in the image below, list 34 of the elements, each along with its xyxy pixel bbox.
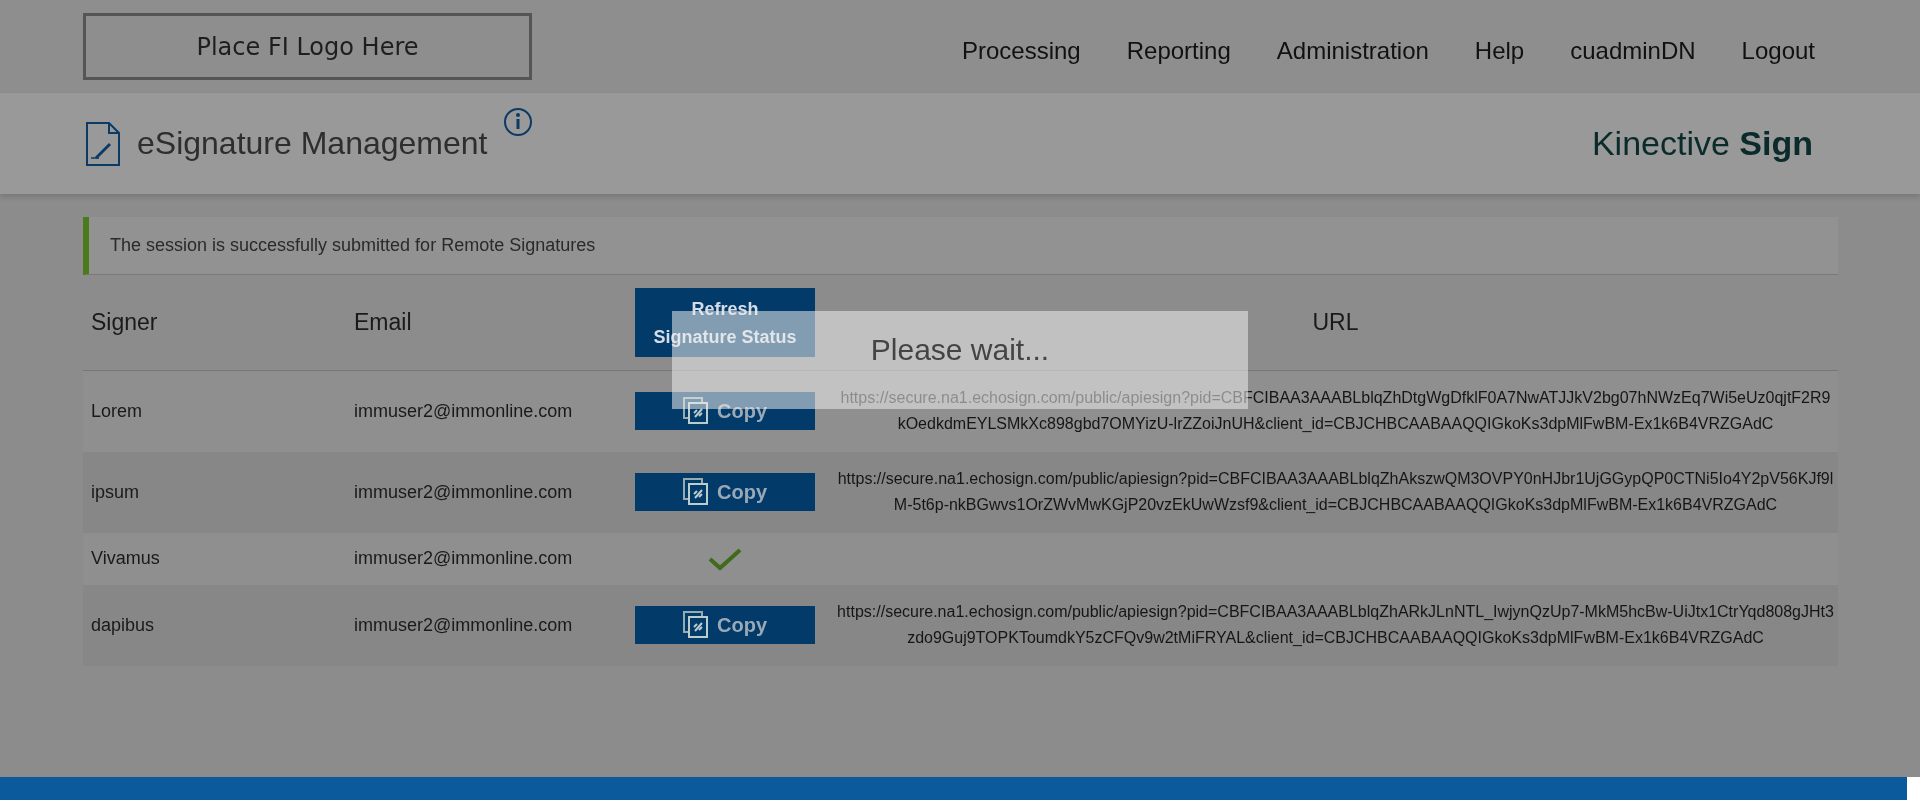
nav-link[interactable]: Logout xyxy=(1741,36,1815,65)
nav-link[interactable]: Help xyxy=(1474,36,1525,65)
signer-name: ipsum xyxy=(91,481,139,502)
signer-name: dapibus xyxy=(91,614,155,635)
blank-strip xyxy=(1907,777,1920,800)
page-title: eSignature Management xyxy=(137,125,488,162)
copy-link-icon xyxy=(683,397,709,426)
signing-url: https://secure.na1.echosign.com/public/apiesign?pid=CBFCIBAA3AAABLblqZhAkszwQM3OVPY0nHJbr1UjGGypQP0CTNi5Io4Y2pV56KJf9lM-5t6p-nkBGwvs1OrZWvMwKGjP20vzEkUwWzsf9&client_id=CBJCHBCAABAAQQIGkoKs3dpMlFwBM-Ex1k6B4VRZGAdC xyxy=(837,470,1834,513)
copy-link-icon xyxy=(683,611,709,639)
nav-link[interactable]: cuadminDN xyxy=(1570,36,1696,65)
nav-link[interactable]: Administration xyxy=(1276,36,1429,65)
brand-logo: Kinective Sign xyxy=(1591,124,1813,163)
signing-url: https://secure.na1.echosign.com/public/apiesign?pid=CBFCIBAA3AAABLblqZhDtgWgDfklF0A7NwATJJkV2bg07hNWzEq7Wi5eUz0qjtF2R9kOedkdmEYLSMkXc898gbd7OMYizU-lrZZoiJnUH&client_id=CBJCHBCAABAAQQIGkoKs3dpMlFwBM-Ex1k6B4VRZGAdC xyxy=(840,389,1831,433)
info-icon[interactable] xyxy=(503,106,534,137)
copy-button[interactable]: Copy xyxy=(635,473,815,511)
column-header: Signer xyxy=(91,309,158,335)
signer-email: immuser2@immonline.com xyxy=(354,614,573,635)
logo-placeholder-text: Place FI Logo Here xyxy=(196,32,419,61)
signer-email: immuser2@immonline.com xyxy=(354,481,573,502)
nav-link[interactable]: Reporting xyxy=(1126,36,1231,65)
copy-button[interactable]: Copy xyxy=(635,606,815,644)
signer-email: immuser2@immonline.com xyxy=(354,400,573,421)
column-header: Email xyxy=(354,309,412,335)
nav-link[interactable]: Processing xyxy=(962,36,1081,65)
document-signature-icon xyxy=(85,120,121,167)
signing-url: https://secure.na1.echosign.com/public/apiesign?pid=CBFCIBAA3AAABLblqZhARkJLnNTL_IwjynQzUp7-MkM5hcBw-UiJtx1CtrYqd808gJHt3zdo9Guj9TOPKToumdkY5zCFQv9w2tMiFRYAL&client_id=CBJCHBCAABAAQQIGkoKs3dpMlFwBM-Ex1k6B4VRZGAdC xyxy=(837,603,1834,646)
copy-link-icon xyxy=(683,478,709,506)
signer-email: immuser2@immonline.com xyxy=(354,548,573,568)
signer-name: Vivamus xyxy=(91,548,160,568)
column-header: URL xyxy=(1312,309,1359,335)
checkmark-icon xyxy=(708,546,742,571)
loading-message: Please wait... xyxy=(870,333,1050,367)
success-message: The session is successfully submitted for Remote Signatures xyxy=(83,217,1838,275)
signer-name: Lorem xyxy=(91,400,143,421)
